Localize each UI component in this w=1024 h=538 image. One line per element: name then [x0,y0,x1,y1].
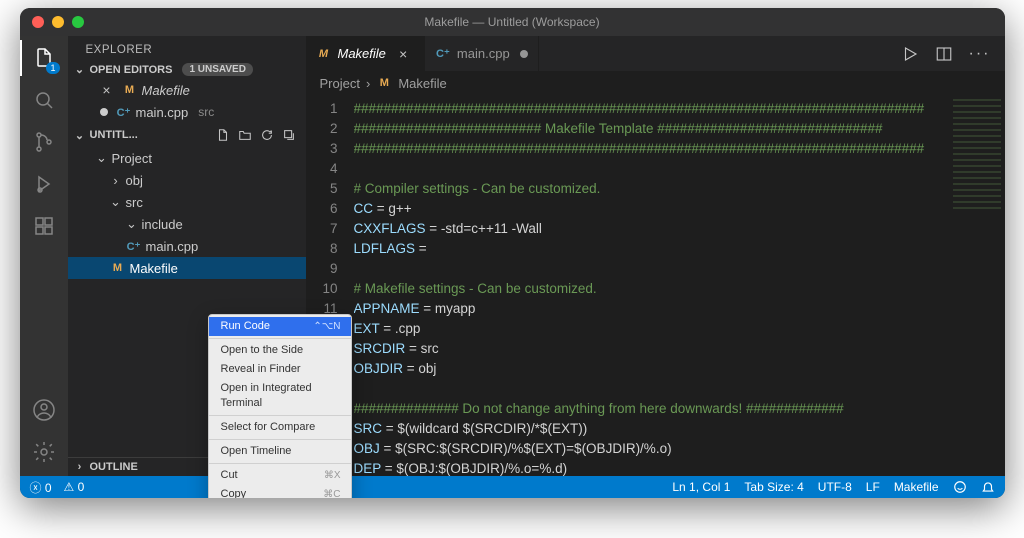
code-content[interactable]: ########################################… [354,95,1005,476]
cpp-icon: C⁺ [116,104,132,120]
ctx-copy[interactable]: Copy⌘C [209,485,351,498]
accounts-icon[interactable] [30,396,58,424]
file-label: main.cpp [146,239,199,254]
open-editor-label: main.cpp [136,105,189,120]
language-mode[interactable]: Makefile [894,480,939,494]
zoom-window-button[interactable] [72,16,84,28]
collapse-all-icon[interactable] [280,126,298,144]
breadcrumb-item[interactable]: Project [320,76,360,91]
source-control-icon[interactable] [30,128,58,156]
makefile-icon: M [110,260,126,276]
feedback-icon[interactable] [953,480,967,494]
chevron-down-icon: ⌄ [110,194,122,210]
cpp-icon: C⁺ [435,46,451,62]
tab-makefile[interactable]: M Makefile × [306,36,425,71]
tab-label: main.cpp [457,46,510,61]
open-editors-section[interactable]: ⌄ OPEN EDITORS 1 UNSAVED [68,60,306,79]
makefile-icon: M [122,82,138,98]
dirty-indicator [100,108,108,116]
status-bar: ⓧ 0 ⚠ 0 Ln 1, Col 1 Tab Size: 4 UTF-8 LF… [20,476,1005,498]
chevron-right-icon: › [74,461,86,473]
open-editor-item[interactable]: C⁺ main.cpp src [68,101,306,123]
run-icon[interactable] [901,45,919,63]
makefile-icon: M [376,75,392,91]
close-icon[interactable]: × [396,47,410,61]
chevron-down-icon: ⌄ [126,216,138,232]
extensions-icon[interactable] [30,212,58,240]
search-icon[interactable] [30,86,58,114]
split-editor-icon[interactable] [935,45,953,63]
explorer-icon[interactable]: 1 [30,44,58,72]
chevron-down-icon: ⌄ [74,129,86,142]
workspace-label: UNTITL... [90,129,138,141]
minimize-window-button[interactable] [52,16,64,28]
ctx-open-timeline[interactable]: Open Timeline [209,442,351,461]
unsaved-badge: 1 UNSAVED [182,63,253,76]
ctx-cut[interactable]: Cut⌘X [209,466,351,485]
cpp-icon: C⁺ [126,238,142,254]
chevron-right-icon: › [110,173,122,188]
open-editors-label: OPEN EDITORS [90,64,173,76]
tab-size[interactable]: Tab Size: 4 [744,480,803,494]
new-folder-icon[interactable] [236,126,254,144]
tree-file[interactable]: C⁺ main.cpp [68,235,306,257]
file-label: Makefile [130,261,178,276]
minimap[interactable] [949,95,1005,476]
open-editor-label: Makefile [142,83,190,98]
vscode-window: Makefile — Untitled (Workspace) 1 [20,8,1005,498]
outline-label: OUTLINE [90,461,138,473]
tree-file[interactable]: M Makefile [68,257,306,279]
explorer-badge: 1 [46,62,59,74]
eol[interactable]: LF [866,480,880,494]
refresh-icon[interactable] [258,126,276,144]
titlebar: Makefile — Untitled (Workspace) [20,8,1005,36]
folder-label: include [142,217,183,232]
more-actions-icon[interactable]: ··· [969,45,991,63]
open-editor-item[interactable]: × M Makefile [68,79,306,101]
new-file-icon[interactable] [214,126,232,144]
dirty-indicator [520,50,528,58]
cursor-position[interactable]: Ln 1, Col 1 [672,480,730,494]
folder-label: src [126,195,143,210]
close-icon[interactable]: × [100,83,114,97]
sidebar-title: EXPLORER [68,36,306,60]
window-controls [32,16,84,28]
ctx-reveal-finder[interactable]: Reveal in Finder [209,360,351,379]
tab-label: Makefile [338,46,386,61]
code-editor[interactable]: 12345678910111213141516171819 ##########… [306,95,1005,476]
tree-folder[interactable]: ⌄ Project [68,147,306,169]
chevron-down-icon: ⌄ [74,63,86,76]
tree-folder[interactable]: › obj [68,169,306,191]
tree-folder[interactable]: ⌄ src [68,191,306,213]
window-title: Makefile — Untitled (Workspace) [20,15,1005,29]
debug-icon[interactable] [30,170,58,198]
chevron-down-icon: ⌄ [96,150,108,166]
editor-group: M Makefile × C⁺ main.cpp ··· Project › [306,36,1005,476]
open-editor-path: src [198,105,214,119]
close-window-button[interactable] [32,16,44,28]
workspace-section[interactable]: ⌄ UNTITL... [68,123,306,147]
breadcrumb-item[interactable]: Makefile [398,76,446,91]
settings-gear-icon[interactable] [30,438,58,466]
makefile-icon: M [316,46,332,62]
ctx-open-terminal[interactable]: Open in Integrated Terminal [209,379,351,413]
folder-label: Project [112,151,152,166]
ctx-run-code[interactable]: Run Code⌃⌥N [209,317,351,336]
tree-folder[interactable]: ⌄ include [68,213,306,235]
warnings-indicator[interactable]: ⚠ 0 [64,480,85,494]
chevron-right-icon: › [366,76,370,91]
tab-maincpp[interactable]: C⁺ main.cpp [425,36,539,71]
breadcrumbs[interactable]: Project › M Makefile [306,71,1005,95]
ctx-open-side[interactable]: Open to the Side [209,341,351,360]
tab-bar: M Makefile × C⁺ main.cpp ··· [306,36,1005,71]
notifications-icon[interactable] [981,480,995,494]
encoding[interactable]: UTF-8 [818,480,852,494]
errors-indicator[interactable]: ⓧ 0 [30,479,52,496]
folder-label: obj [126,173,143,188]
context-menu: Run Code⌃⌥N Open to the Side Reveal in F… [208,314,352,498]
activity-bar: 1 [20,36,68,476]
ctx-select-compare[interactable]: Select for Compare [209,418,351,437]
